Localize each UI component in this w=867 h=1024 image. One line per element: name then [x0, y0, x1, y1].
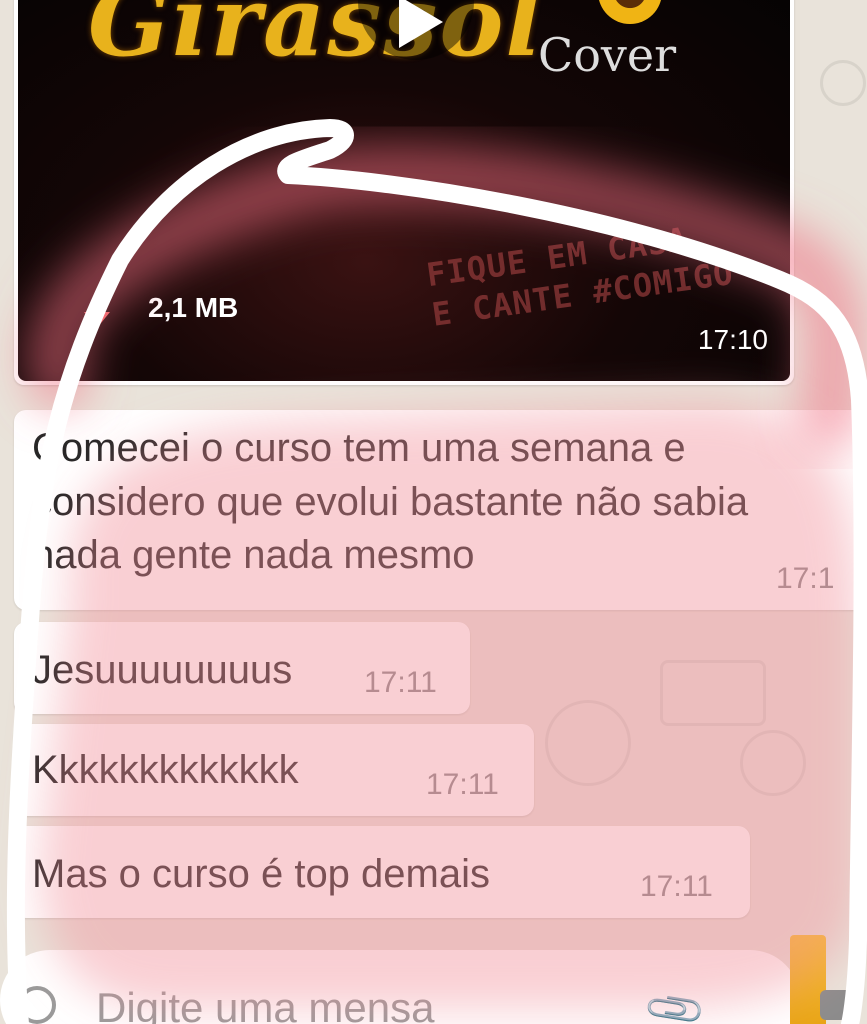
chat-area: Girassol Cover FIQUE EM CASA E CANTE #CO…: [0, 0, 867, 1024]
message-bubble[interactable]: Kkkkkkkkkkkkk 17:11: [14, 724, 534, 816]
message-text: Kkkkkkkkkkkkk: [32, 748, 299, 792]
emoji-icon[interactable]: [18, 986, 56, 1024]
wallpaper-doodle: [820, 60, 866, 106]
message-bubble[interactable]: Comecei o curso tem uma semana e conside…: [14, 410, 867, 610]
message-text: Jesuuuuuuuus: [32, 648, 293, 692]
message-timestamp: 17:11: [640, 870, 713, 903]
video-thumbnail[interactable]: Girassol Cover FIQUE EM CASA E CANTE #CO…: [18, 0, 790, 381]
video-stamp: FIQUE EM CASA E CANTE #COMIGO: [424, 213, 736, 335]
message-input-bar[interactable]: 📎: [0, 950, 800, 1024]
play-icon: [399, 0, 443, 48]
paperclip-icon[interactable]: 📎: [641, 975, 709, 1024]
camera-icon[interactable]: [820, 990, 860, 1020]
message-text: Comecei o curso tem uma semana e conside…: [32, 426, 749, 578]
message-timestamp: 17:11: [364, 666, 437, 699]
message-bubble[interactable]: Mas o curso é top demais 17:11: [14, 826, 750, 918]
message-input[interactable]: [96, 984, 616, 1024]
message-timestamp: 17:1: [776, 562, 835, 595]
message-timestamp: 17:10: [697, 324, 768, 355]
wallpaper-doodle: [740, 730, 806, 796]
message-bubble[interactable]: Jesuuuuuuuus 17:11: [14, 622, 470, 714]
message-text: Mas o curso é top demais: [32, 852, 490, 896]
download-arrow-icon[interactable]: [80, 296, 114, 330]
sunflower-icon: [598, 0, 662, 24]
message-timestamp: 17:11: [426, 768, 499, 801]
video-cover-text: Cover: [538, 28, 677, 82]
video-message-bubble[interactable]: Girassol Cover FIQUE EM CASA E CANTE #CO…: [14, 0, 794, 385]
file-size-label: 2,1 MB: [148, 292, 239, 323]
wallpaper-doodle: [545, 700, 631, 786]
wallpaper-doodle: [660, 660, 766, 726]
video-title-art: Girassol: [88, 0, 544, 78]
